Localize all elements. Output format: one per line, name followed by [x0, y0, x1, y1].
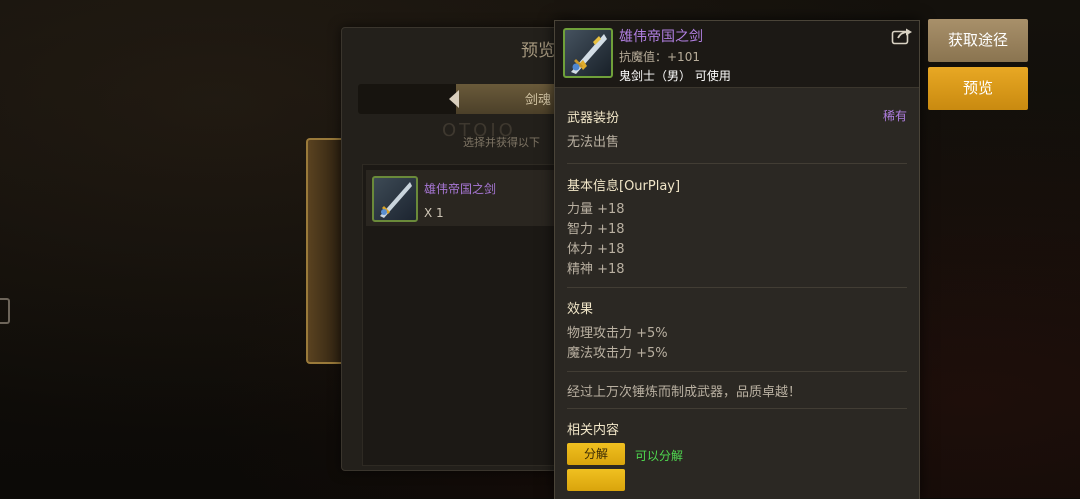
divider: [567, 408, 907, 409]
item-category: 武器装扮: [567, 111, 620, 126]
divider: [567, 163, 907, 164]
sword-icon[interactable]: [372, 176, 418, 222]
list-item-name: 雄伟帝国之剑: [424, 182, 497, 196]
item-description: 经过上万次锤炼而制成武器，品质卓越！: [567, 385, 802, 400]
effect-physical-attack: 物理攻击力 +5%: [567, 326, 668, 341]
obtain-method-button[interactable]: 获取途径: [928, 19, 1028, 62]
effects-title: 效果: [567, 302, 594, 317]
item-name: 雄伟帝国之剑: [619, 29, 703, 45]
sell-status: 无法出售: [567, 135, 620, 150]
stat-spirit: 精神 +18: [567, 262, 625, 277]
tab-prev-arrow-icon[interactable]: [449, 90, 459, 108]
job-restriction: 鬼剑士（男） 可使用: [619, 69, 731, 83]
divider: [567, 287, 907, 288]
list-item-quantity: X 1: [424, 206, 444, 220]
stat-vitality: 体力 +18: [567, 242, 625, 257]
magic-resistance: 抗魔值：+101: [619, 50, 700, 64]
decompose-status: 可以分解: [635, 449, 684, 463]
preview-hint: 选择并获得以下: [463, 136, 540, 149]
preview-panel-title: 预览: [521, 41, 555, 61]
effect-magic-attack: 魔法攻击力 +5%: [567, 346, 668, 361]
item-tooltip: 雄伟帝国之剑 抗魔值：+101 鬼剑士（男） 可使用 武器装扮 稀有 无法出售 …: [554, 20, 920, 499]
sword-icon: [563, 28, 613, 78]
tab-swordsman-label: 剑魂: [525, 93, 552, 108]
stat-strength: 力量 +18: [567, 202, 625, 217]
basic-info-title: 基本信息[OurPlay]: [567, 179, 681, 194]
related-button-partial[interactable]: [567, 469, 625, 491]
left-edge-frame: [0, 298, 10, 324]
share-icon[interactable]: [891, 27, 913, 45]
tooltip-header: 雄伟帝国之剑 抗魔值：+101 鬼剑士（男） 可使用: [555, 21, 919, 88]
side-gold-frame: [306, 138, 344, 364]
divider: [567, 371, 907, 372]
decompose-button[interactable]: 分解: [567, 443, 625, 465]
stat-intelligence: 智力 +18: [567, 222, 625, 237]
rarity-badge: 稀有: [883, 109, 908, 123]
preview-panel: 预览 剑魂 OTOIO 选择并获得以下 雄伟帝国之剑 X 1: [341, 27, 574, 471]
preview-button[interactable]: 预览: [928, 67, 1028, 110]
related-content-title: 相关内容: [567, 423, 620, 438]
